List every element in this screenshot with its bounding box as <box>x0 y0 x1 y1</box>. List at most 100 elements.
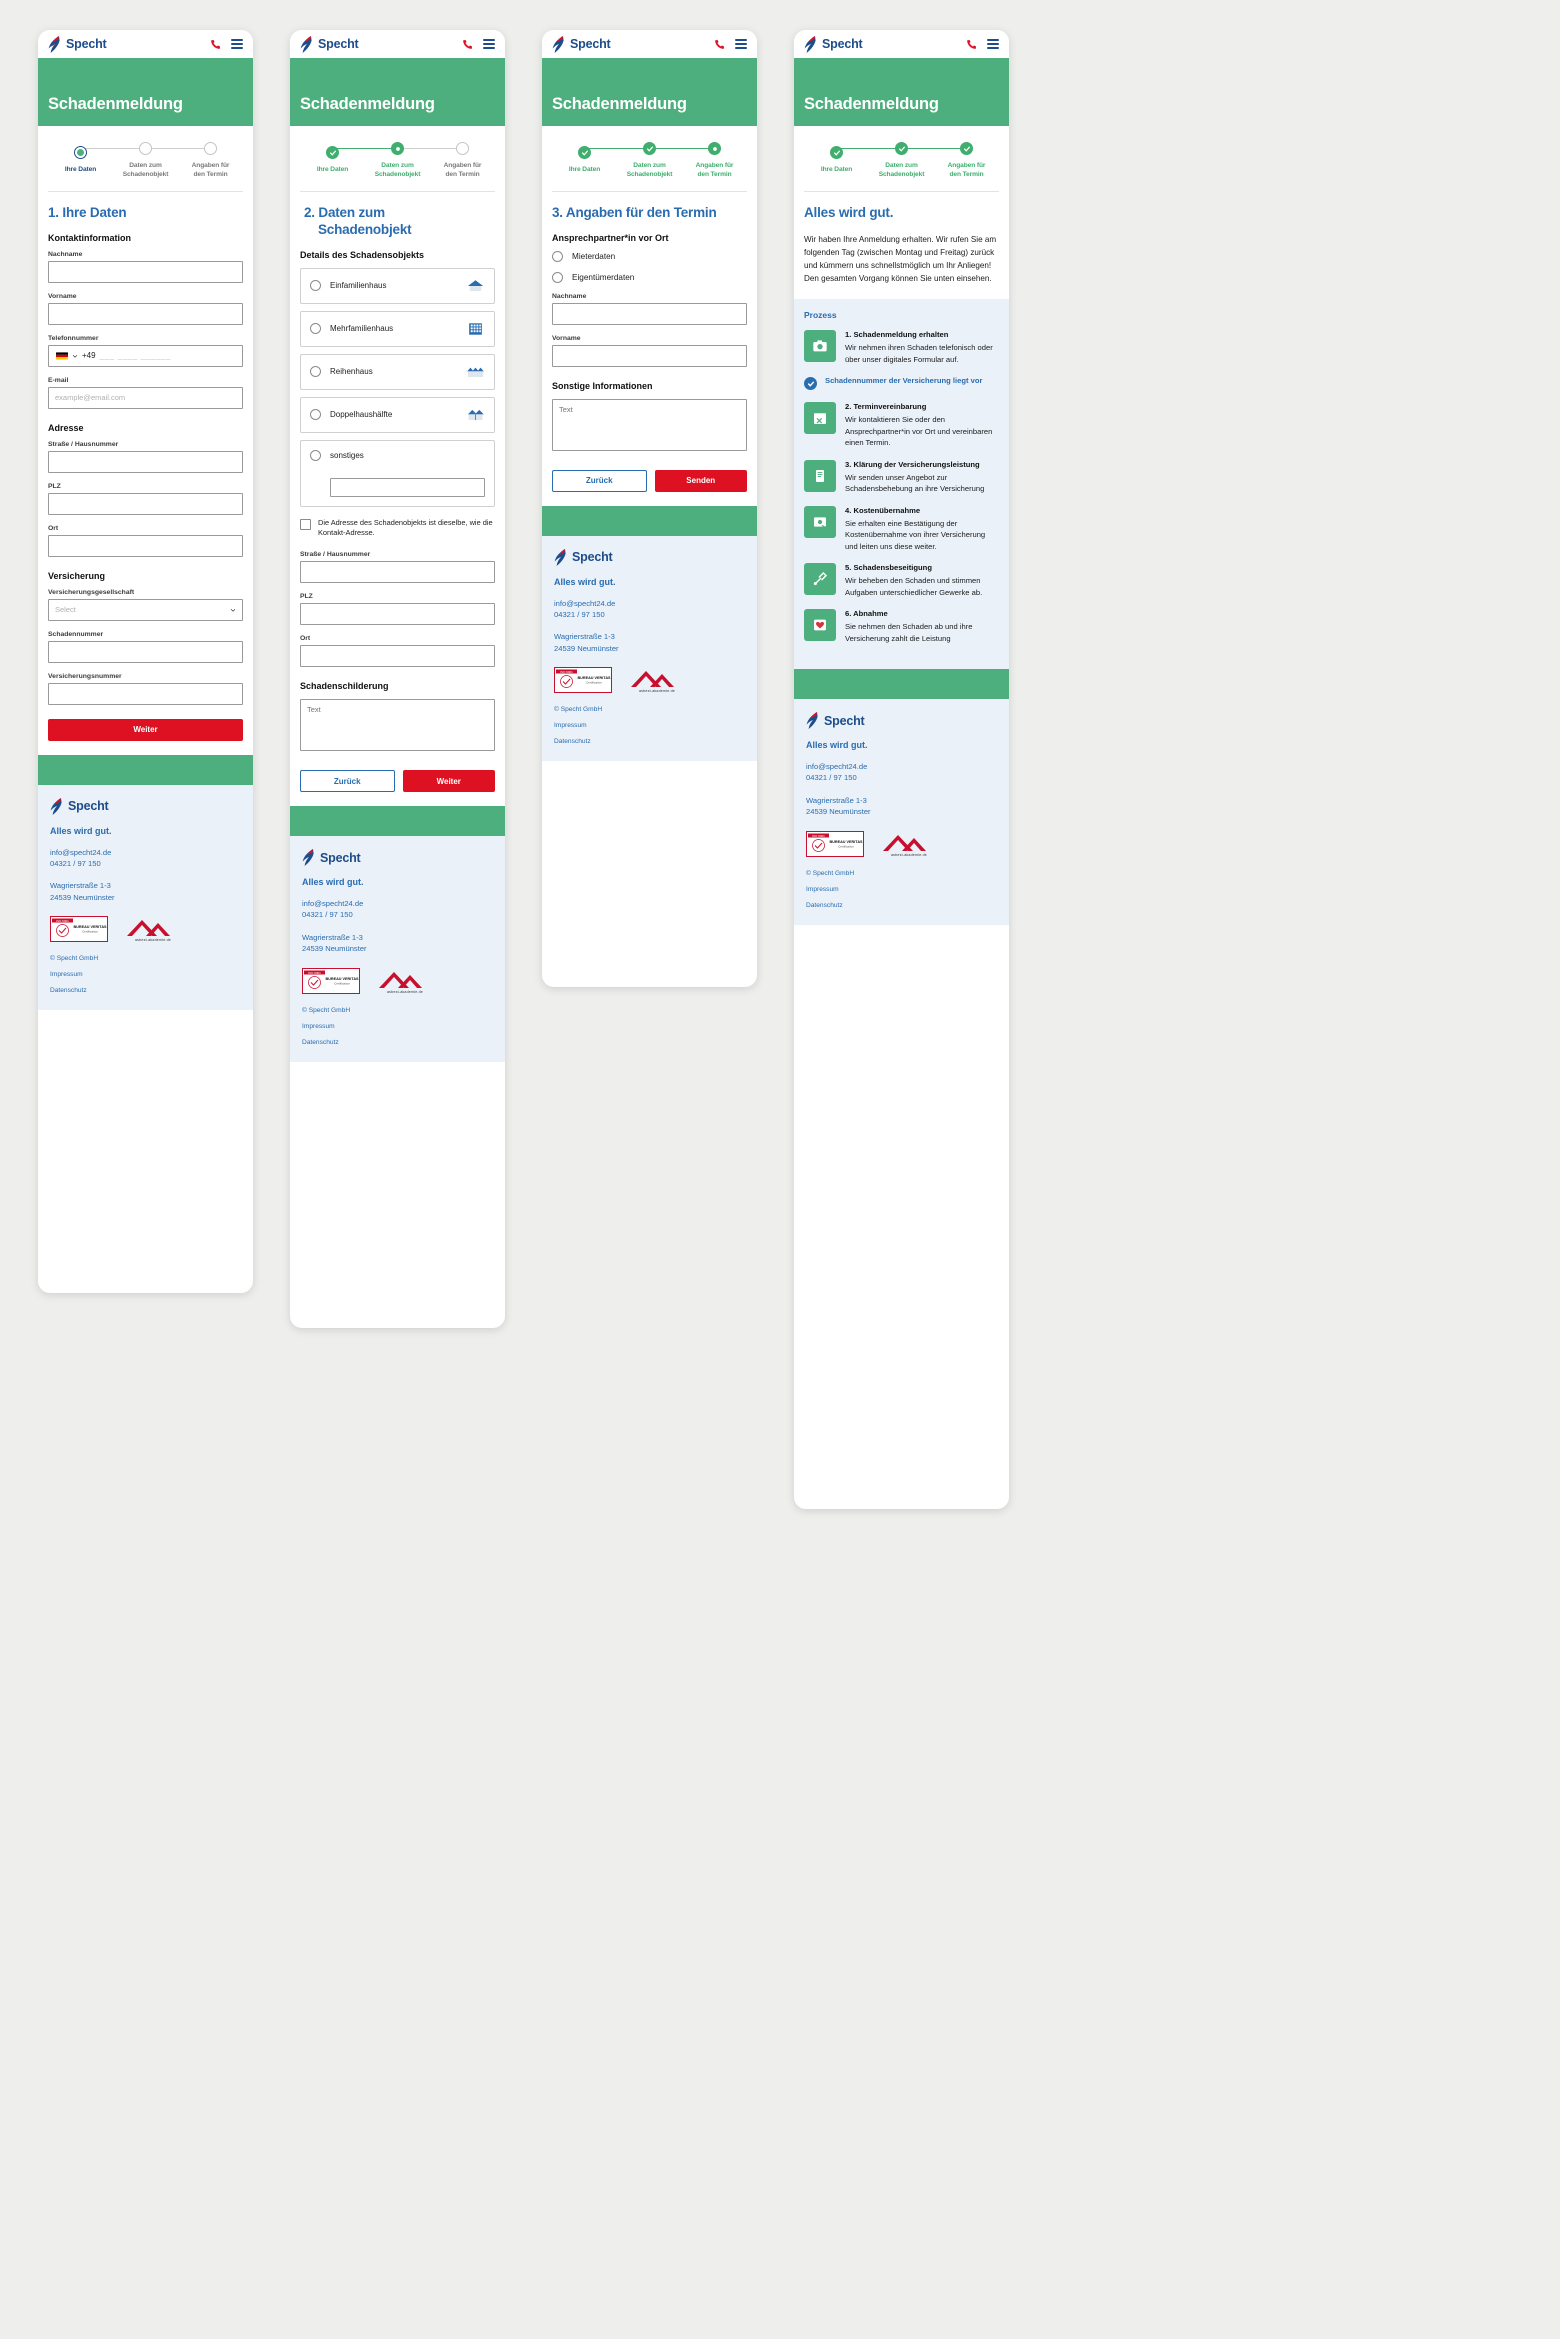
footer-email[interactable]: info@specht24.de <box>50 847 241 858</box>
option-reihenhaus[interactable]: Reihenhaus <box>300 353 495 390</box>
footer-copyright: © Specht GmbH <box>302 1006 351 1014</box>
footer-phone[interactable]: 04321 / 97 150 <box>302 909 493 920</box>
brand-logo[interactable]: Specht <box>300 35 359 53</box>
footer-impressum-link[interactable]: Impressum <box>50 971 241 978</box>
versicherungsnummer-input[interactable] <box>48 682 243 705</box>
weiter-button[interactable]: Weiter <box>48 718 243 741</box>
brand-logo[interactable]: Specht <box>48 35 107 53</box>
footer-brand-name: Specht <box>320 850 361 865</box>
same-address-checkbox-row[interactable]: Die Adresse des Schadenobjekts ist diese… <box>300 518 495 539</box>
hero-banner: Schadenmeldung <box>794 58 1009 126</box>
footer-datenschutz-link[interactable]: Datenschutz <box>554 738 745 745</box>
radio-eigentuemerdaten[interactable]: Eigentümerdaten <box>552 271 747 283</box>
footer-slogan: Alles wird gut. <box>50 825 112 836</box>
label-schadennummer: Schadennummer <box>48 630 104 638</box>
process-item-head: 2. Terminvereinbarung <box>845 402 927 412</box>
zurueck-button[interactable]: Zurück <box>300 770 395 792</box>
stepper-row: Ihre Daten Daten zum Schadenobjekt Angabe… <box>552 142 747 180</box>
phone-icon[interactable] <box>966 39 977 50</box>
hamburger-menu-icon[interactable] <box>483 39 495 49</box>
group-heading-kontakt: Kontaktinformation <box>48 232 131 243</box>
vorname-input[interactable] <box>552 344 747 367</box>
ort-input[interactable] <box>48 534 243 557</box>
step-indicator-ihre-daten[interactable]: Ihre Daten <box>552 146 617 175</box>
process-section: Prozess 1. Schadenmeldung erhalten Wir n… <box>794 299 1009 670</box>
process-item-2: 2. Terminvereinbarung Wir kontaktieren S… <box>804 402 999 448</box>
plz-input[interactable] <box>300 603 495 625</box>
radio-mieterdaten[interactable]: Mieterdaten <box>552 250 747 262</box>
footer-city: 24539 Neumünster <box>554 643 619 653</box>
nachname-input[interactable] <box>48 260 243 283</box>
hamburger-menu-icon[interactable] <box>987 39 999 49</box>
footer-phone[interactable]: 04321 / 97 150 <box>50 858 241 869</box>
process-item-head: 1. Schadenmeldung erhalten <box>845 330 949 340</box>
button-row: Zurück Senden <box>552 469 747 492</box>
footer-brand-name: Specht <box>68 799 109 814</box>
sonstiges-input[interactable] <box>330 477 485 497</box>
schadennummer-input[interactable] <box>48 640 243 663</box>
step-indicator-ihre-daten[interactable]: Ihre Daten <box>48 146 113 175</box>
footer-impressum-link[interactable]: Impressum <box>302 1023 493 1030</box>
phone-icon[interactable] <box>714 39 725 50</box>
sonstige-informationen-textarea[interactable] <box>552 398 747 451</box>
strasse-input[interactable] <box>300 561 495 583</box>
label-nachname: Nachname <box>48 250 83 258</box>
vorname-input[interactable] <box>48 302 243 325</box>
brand-logo[interactable]: Specht <box>552 35 611 53</box>
step-indicator-ihre-daten[interactable]: Ihre Daten <box>804 146 869 175</box>
footer-impressum-link[interactable]: Impressum <box>554 722 745 729</box>
ort-input[interactable] <box>300 645 495 667</box>
footer-phone[interactable]: 04321 / 97 150 <box>806 772 997 783</box>
confirmation-body: Alles wird gut. Wir haben Ihre Anmeldung… <box>794 192 1009 299</box>
label-strasse: Straße / Hausnummer <box>48 440 119 448</box>
plz-input[interactable] <box>48 492 243 515</box>
footer-logo[interactable]: Specht <box>806 712 997 730</box>
footer-logo[interactable]: Specht <box>50 797 241 815</box>
footer-logo[interactable]: Specht <box>554 548 745 566</box>
confirmation-paragraph: Wir haben Ihre Anmeldung erhalten. Wir r… <box>804 234 997 283</box>
footer-phone[interactable]: 04321 / 97 150 <box>554 609 745 620</box>
radio-button <box>310 409 321 421</box>
email-input[interactable] <box>48 386 243 409</box>
phone-icon[interactable] <box>462 39 473 50</box>
option-mehrfamilienhaus[interactable]: Mehrfamilienhaus <box>300 310 495 347</box>
footer-copyright: © Specht GmbH <box>50 955 99 963</box>
phone-icon[interactable] <box>210 39 221 50</box>
footer-impressum-link[interactable]: Impressum <box>806 886 997 893</box>
process-item-desc: Wir nehmen ihren Schaden telefonisch ode… <box>845 343 993 364</box>
option-label: Reihenhaus <box>330 367 373 377</box>
schadenschilderung-textarea[interactable] <box>300 699 495 751</box>
step-indicator-ihre-daten[interactable]: Ihre Daten <box>300 146 365 175</box>
chevron-down-icon <box>230 608 236 612</box>
green-separator <box>38 754 253 785</box>
brand-logo[interactable]: Specht <box>804 35 863 53</box>
zurueck-button[interactable]: Zurück <box>552 469 647 492</box>
senden-button[interactable]: Senden <box>654 469 747 492</box>
chevron-down-icon[interactable] <box>72 353 78 359</box>
telefonnummer-input[interactable]: +49 ___ ____ ______ <box>48 344 243 367</box>
section-title: 1. Ihre Daten <box>48 204 127 220</box>
process-item-desc: Sie erhalten eine Bestätigung der Kosten… <box>845 518 986 551</box>
group-heading-ansprechpartner: Ansprechpartner*in vor Ort <box>552 232 669 243</box>
option-einfamilienhaus[interactable]: Einfamilienhaus <box>300 267 495 304</box>
radio-label: Mieterdaten <box>572 251 616 261</box>
hamburger-menu-icon[interactable] <box>735 39 747 49</box>
footer-datenschutz-link[interactable]: Datenschutz <box>302 1039 493 1046</box>
strasse-input[interactable] <box>48 450 243 473</box>
svg-text:asbest-akademie.de: asbest-akademie.de <box>135 938 171 942</box>
option-sonstiges[interactable]: sonstiges <box>300 439 495 507</box>
hamburger-menu-icon[interactable] <box>231 39 243 49</box>
footer-email[interactable]: info@specht24.de <box>302 898 493 909</box>
footer: Specht Alles wird gut. info@specht24.de … <box>794 699 1009 925</box>
footer-logo[interactable]: Specht <box>302 849 493 866</box>
checkbox[interactable] <box>300 518 311 530</box>
footer-email[interactable]: info@specht24.de <box>554 598 745 609</box>
radio-button <box>310 323 321 335</box>
option-doppelhaushaelfte[interactable]: Doppelhaushälfte <box>300 396 495 433</box>
footer-datenschutz-link[interactable]: Datenschutz <box>50 987 241 994</box>
weiter-button[interactable]: Weiter <box>402 770 495 792</box>
footer-email[interactable]: info@specht24.de <box>806 761 997 772</box>
nachname-input[interactable] <box>552 302 747 325</box>
versicherungsgesellschaft-select[interactable]: Select <box>48 598 243 621</box>
footer-datenschutz-link[interactable]: Datenschutz <box>806 902 997 909</box>
